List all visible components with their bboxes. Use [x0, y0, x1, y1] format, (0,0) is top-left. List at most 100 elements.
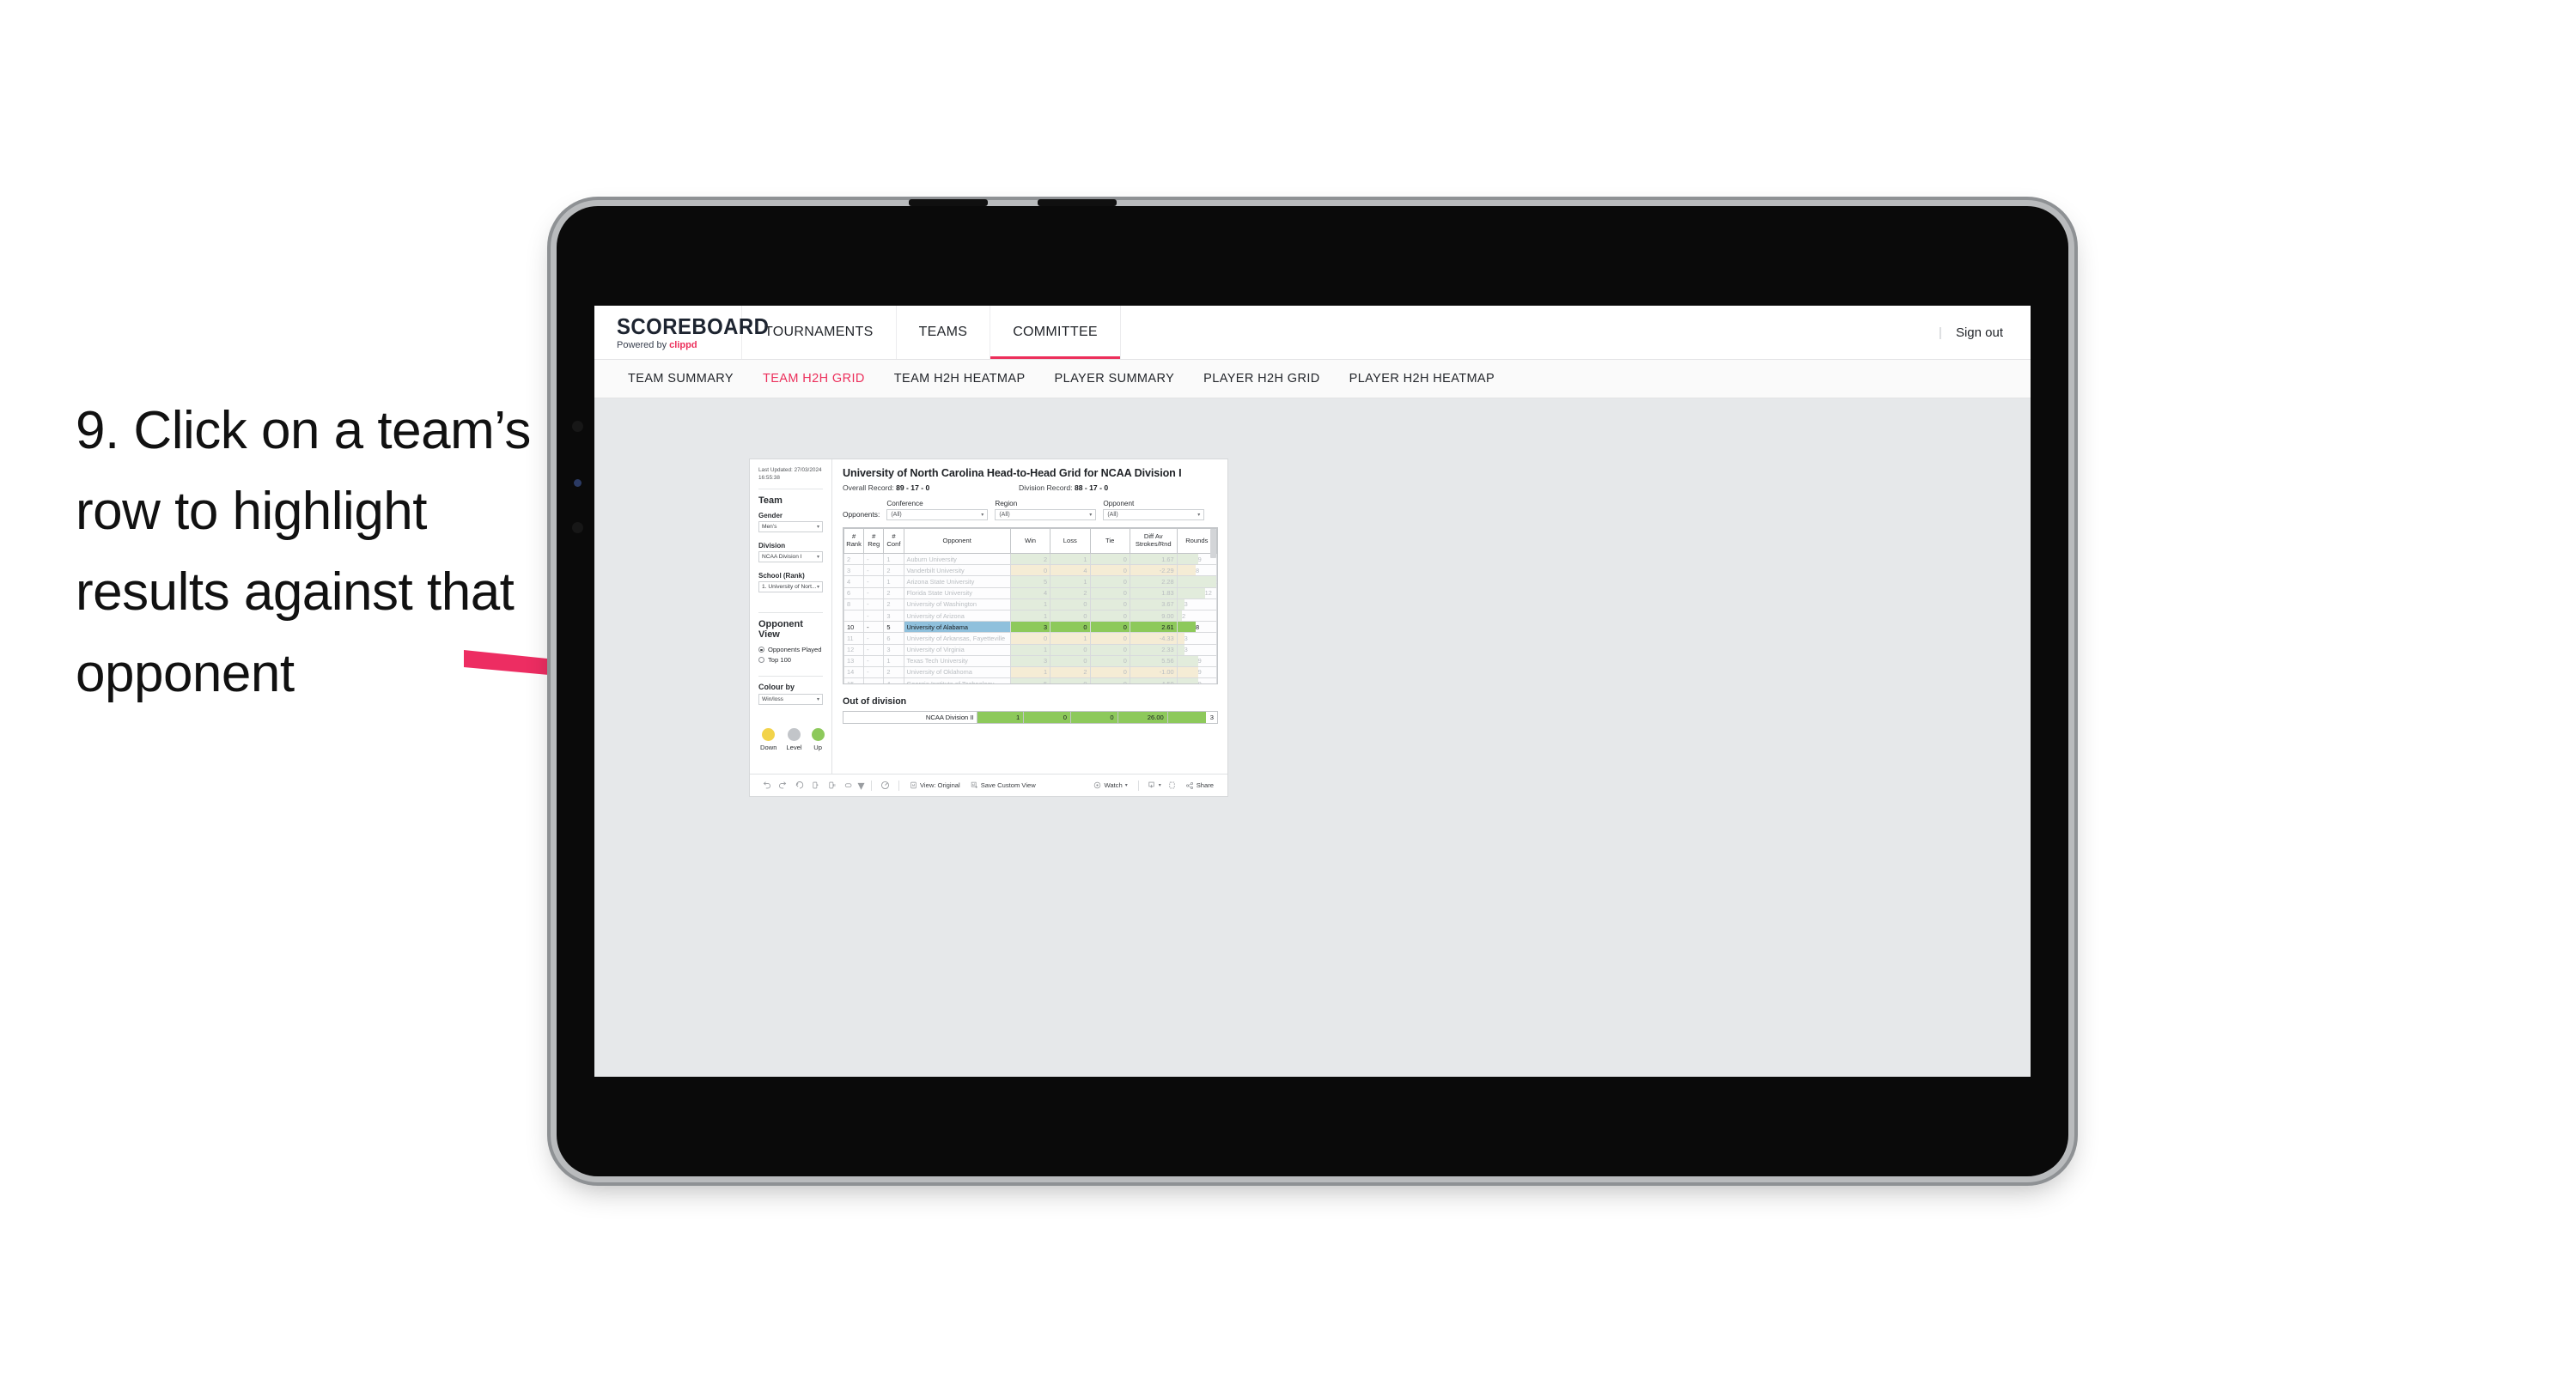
table-row[interactable]: -3 University of Arizona 1 0 0 9.00 2 — [843, 609, 1217, 623]
table-scrollbar-thumb[interactable] — [1210, 529, 1216, 558]
cell-diff: 9.00 — [1129, 609, 1178, 623]
cell-rounds: 9 — [1176, 665, 1217, 679]
colour-by-label: Colour by — [758, 683, 795, 692]
cell-loss: 1 — [1050, 552, 1091, 566]
brand-title: SCOREBOARD — [617, 313, 770, 339]
cell-loss: 2 — [1050, 665, 1091, 679]
radio-opponents-played[interactable]: Opponents Played — [758, 646, 823, 653]
conference-filter-value: (All) — [891, 512, 902, 518]
cell-win: 3 — [1009, 654, 1051, 667]
school-select[interactable]: 1. University of Nort... ▾ — [758, 581, 823, 593]
cell-tie: 0 — [1089, 586, 1130, 599]
rounds-value: 8 — [1195, 566, 1200, 574]
table-row[interactable]: 14-2 University of Oklahoma 1 2 0 -1.00 9 — [843, 665, 1217, 679]
division-record: Division Record: 88 - 17 - 0 — [1019, 483, 1195, 492]
cell-rank: 15 — [843, 677, 865, 683]
table-row[interactable]: 13-1 Texas Tech University 3 0 0 5.56 9 — [843, 654, 1217, 667]
cell-diff: 4.50 — [1129, 677, 1178, 683]
alerts-icon[interactable] — [877, 777, 893, 793]
cell-rank: 3 — [843, 564, 865, 577]
cell-loss: 4 — [1050, 564, 1091, 577]
gender-select[interactable]: Men’s ▾ — [758, 521, 823, 533]
region-filter-select[interactable]: (All) ▾ — [995, 509, 1097, 520]
ood-rounds: 3 — [1166, 712, 1218, 723]
table-row[interactable]: 15-4 Georgia Institute of Technology 5 0 0 4.… — [843, 677, 1217, 684]
h2h-table-container[interactable]: # Rank # Reg # Conf Opponent Win Loss Ti… — [843, 527, 1218, 684]
conference-filter: Conference (All) ▾ — [886, 500, 989, 520]
col-tie: Tie — [1089, 528, 1130, 554]
legend-up-swatch — [811, 728, 825, 742]
undo-icon[interactable] — [758, 777, 775, 793]
nav-committee[interactable]: COMMITTEE — [990, 306, 1121, 359]
refresh-icon[interactable] — [807, 777, 824, 793]
opponents-label: Opponents: — [843, 510, 880, 519]
colour-legend: Down Level Up — [758, 728, 825, 751]
cell-rank: 11 — [843, 632, 865, 645]
cell-diff: 1.83 — [1129, 586, 1178, 599]
conference-filter-select[interactable]: (All) ▾ — [886, 509, 989, 520]
fullscreen-icon[interactable] — [1164, 777, 1180, 793]
radio-top-100[interactable]: Top 100 — [758, 656, 823, 664]
save-custom-view-button[interactable]: Save Custom View — [965, 781, 1041, 789]
cell-opponent: Texas Tech University — [903, 654, 1011, 667]
subtab-player-h2h-heatmap[interactable]: PLAYER H2H HEATMAP — [1335, 372, 1509, 386]
rounds-value: 9 — [1197, 679, 1202, 684]
table-row[interactable]: 2-1 Auburn University 2 1 0 1.67 9 — [843, 552, 1217, 566]
cell-conf: 5 — [883, 621, 904, 634]
chevron-down-icon: ▾ — [1124, 783, 1128, 788]
cell-diff: -4.33 — [1129, 632, 1178, 645]
col-diff: Diff Av Strokes/Rnd — [1129, 528, 1178, 554]
cell-diff: -1.00 — [1129, 665, 1178, 679]
cell-conf: 1 — [883, 552, 904, 566]
table-row[interactable]: 10-5 University of Alabama 3 0 0 2.61 8 — [843, 621, 1217, 634]
nav-tournaments[interactable]: TOURNAMENTS — [742, 306, 897, 359]
region-filter-label: Region — [995, 500, 1018, 507]
watch-label: Watch — [1104, 781, 1123, 789]
signout-link[interactable]: Sign out — [1956, 325, 2003, 340]
cell-win: 0 — [1009, 564, 1051, 577]
revert-icon[interactable] — [791, 777, 807, 793]
share-button[interactable]: Share — [1180, 781, 1219, 790]
cell-tie: 0 — [1089, 665, 1130, 679]
table-row[interactable]: 11-6 University of Arkansas, Fayetteville… — [843, 632, 1217, 645]
colour-by-select[interactable]: Win/loss ▾ — [758, 694, 823, 706]
division-select[interactable]: NCAA Division I ▾ — [758, 551, 823, 563]
cell-conf: 6 — [883, 632, 904, 645]
pause-icon[interactable] — [824, 777, 840, 793]
cell-rank: 6 — [843, 586, 865, 599]
redo-icon[interactable] — [775, 777, 791, 793]
table-row[interactable]: 6-2 Florida State University 4 2 0 1.83 12 — [843, 586, 1217, 599]
subtab-team-h2h-grid[interactable]: TEAM H2H GRID — [748, 372, 880, 386]
device-preview-icon[interactable] — [840, 777, 856, 793]
cell-win: 2 — [1009, 552, 1051, 566]
conference-filter-label: Conference — [886, 500, 923, 507]
watch-button[interactable]: Watch ▾ — [1088, 781, 1132, 789]
subtab-team-h2h-heatmap[interactable]: TEAM H2H HEATMAP — [880, 372, 1040, 386]
out-of-division-row[interactable]: NCAA Division II 1 0 0 26.00 3 — [843, 711, 1218, 724]
watch-icon — [1093, 781, 1101, 789]
table-row[interactable]: 8-2 University of Washington 1 0 0 3.67 3 — [843, 598, 1217, 610]
subtab-player-h2h-grid[interactable]: PLAYER H2H GRID — [1189, 372, 1334, 386]
table-header-row: # Rank # Reg # Conf Opponent Win Loss Ti… — [843, 528, 1217, 554]
last-updated-text: Last Updated: 27/03/2024 16:55:38 — [758, 467, 822, 481]
table-row[interactable]: 12-3 University of Virginia 1 0 0 2.33 3 — [843, 643, 1217, 656]
table-row[interactable]: 4-1Arizona State University5102.2817 — [843, 575, 1217, 588]
subtab-player-summary[interactable]: PLAYER SUMMARY — [1040, 372, 1190, 386]
school-label: School (Rank) — [758, 572, 805, 580]
table-row[interactable]: 3-2 Vanderbilt University 0 4 0 -2.29 8 — [843, 564, 1217, 577]
chevron-down-icon[interactable]: ▾ — [856, 777, 866, 793]
rounds-value: 2 — [1181, 611, 1186, 620]
brand-logo: SCOREBOARD Powered by clippd — [594, 306, 770, 359]
cell-diff: 2.28 — [1129, 575, 1178, 588]
download-button[interactable]: ▾ — [1144, 781, 1164, 790]
nav-teams[interactable]: TEAMS — [897, 306, 991, 359]
cell-win: 4 — [1009, 586, 1051, 599]
panel-divider-2 — [758, 612, 823, 614]
school-value: 1. University of Nort... — [762, 584, 817, 591]
rounds-value: 3 — [1184, 600, 1188, 609]
opponent-filter-select[interactable]: (All) ▾ — [1103, 509, 1205, 520]
cell-loss: 0 — [1050, 621, 1091, 634]
subtab-team-summary[interactable]: TEAM SUMMARY — [613, 372, 748, 386]
cell-opponent: Vanderbilt University — [903, 564, 1011, 577]
view-original-button[interactable]: View: Original — [904, 781, 965, 789]
